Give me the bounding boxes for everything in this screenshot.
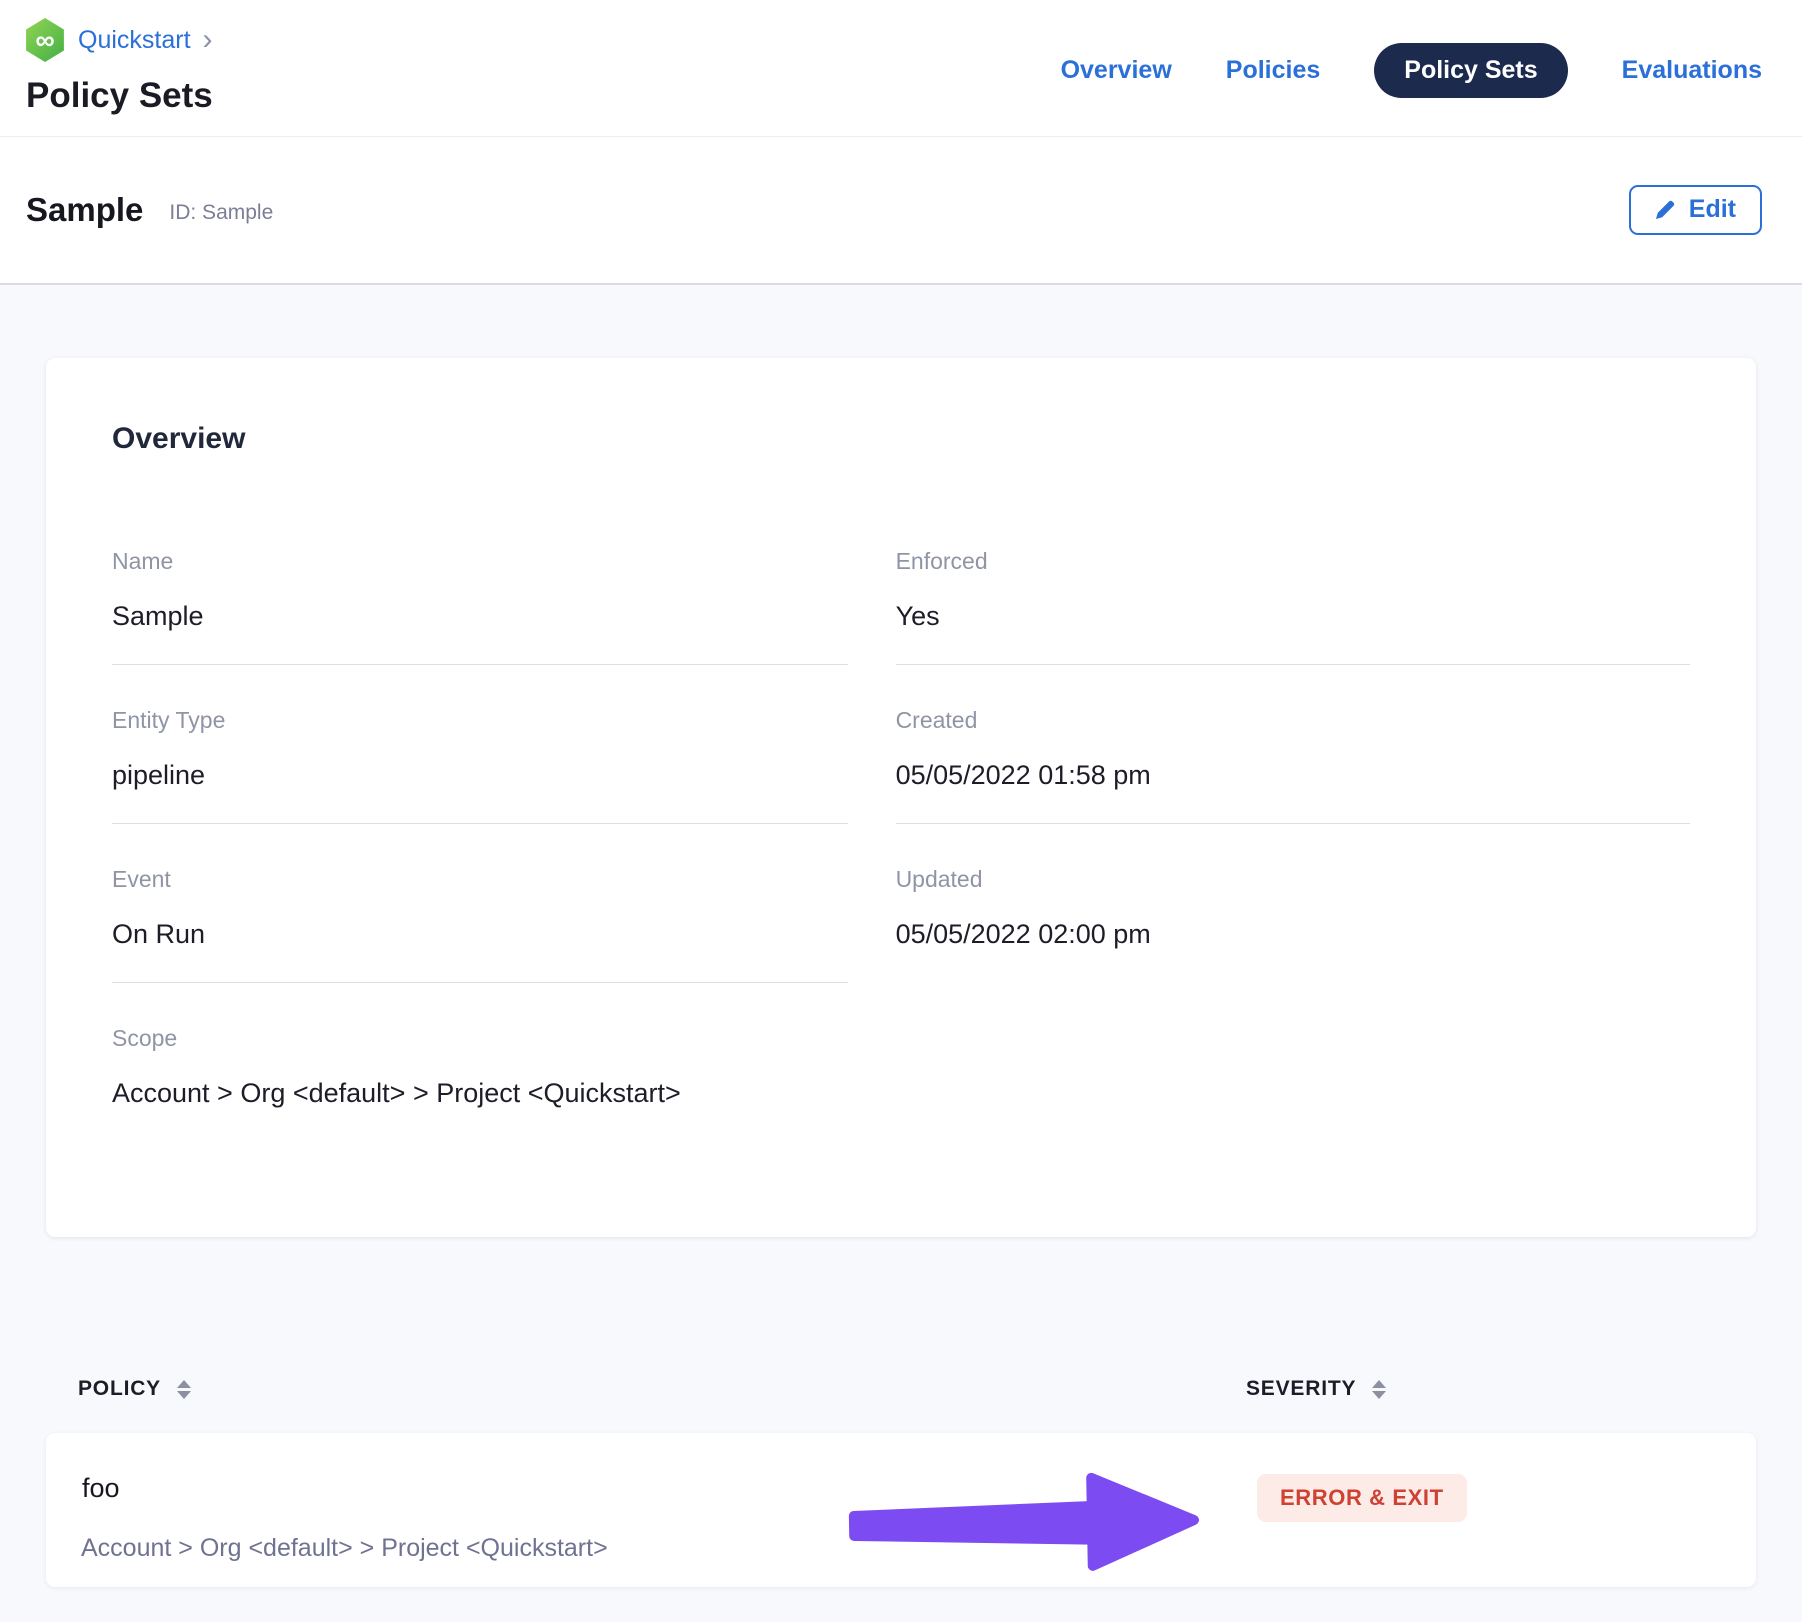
column-header-severity[interactable]: SEVERITY <box>1246 1377 1756 1401</box>
edit-button-label: Edit <box>1689 195 1736 224</box>
overview-card-title: Overview <box>112 422 1690 456</box>
column-header-severity-label: SEVERITY <box>1246 1377 1356 1401</box>
entity-subheader: Sample ID: Sample Edit <box>0 137 1802 285</box>
field-value: 05/05/2022 02:00 pm <box>896 919 1690 950</box>
field-event: Event On Run <box>112 866 848 983</box>
annotation-arrow-icon <box>845 1464 1203 1582</box>
field-label: Name <box>112 548 848 575</box>
page-title: Policy Sets <box>26 76 213 116</box>
field-value: 05/05/2022 01:58 pm <box>896 760 1690 791</box>
entity-title: Sample <box>26 191 143 229</box>
infinity-glyph: ∞ <box>35 25 54 56</box>
top-header: ∞ Quickstart › Policy Sets Overview Poli… <box>0 0 1802 137</box>
pencil-icon <box>1653 198 1677 222</box>
header-tabs: Overview Policies Policy Sets Evaluation… <box>1061 42 1762 98</box>
field-label: Event <box>112 866 848 893</box>
field-name: Name Sample <box>112 548 848 665</box>
tab-evaluations[interactable]: Evaluations <box>1622 56 1762 85</box>
breadcrumb-link-quickstart[interactable]: Quickstart <box>78 26 191 55</box>
field-label: Updated <box>896 866 1690 893</box>
header-left: ∞ Quickstart › Policy Sets <box>24 18 213 136</box>
tab-policy-sets[interactable]: Policy Sets <box>1374 43 1567 98</box>
field-value: On Run <box>112 919 848 950</box>
sort-icon <box>1372 1380 1386 1399</box>
edit-button[interactable]: Edit <box>1629 185 1762 235</box>
tab-overview[interactable]: Overview <box>1061 56 1172 85</box>
field-created: Created 05/05/2022 01:58 pm <box>896 707 1690 824</box>
overview-card: Overview Name Sample Enforced Yes Entity… <box>46 358 1756 1237</box>
main-content: Overview Name Sample Enforced Yes Entity… <box>0 358 1802 1587</box>
overview-fields: Name Sample Enforced Yes Entity Type pip… <box>112 548 1690 1141</box>
field-value: pipeline <box>112 760 848 791</box>
field-label: Entity Type <box>112 707 848 734</box>
field-label: Created <box>896 707 1690 734</box>
field-value: Account > Org <default> > Project <Quick… <box>112 1078 848 1109</box>
field-scope: Scope Account > Org <default> > Project … <box>112 1025 848 1141</box>
field-label: Scope <box>112 1025 848 1052</box>
policy-name: foo <box>82 1473 120 1504</box>
field-enforced: Enforced Yes <box>896 548 1690 665</box>
policy-table-row[interactable]: foo Account > Org <default> > Project <Q… <box>46 1433 1756 1587</box>
field-updated: Updated 05/05/2022 02:00 pm <box>896 866 1690 983</box>
chevron-right-icon: › <box>203 28 213 52</box>
sort-icon <box>177 1380 191 1399</box>
severity-badge: ERROR & EXIT <box>1257 1474 1467 1522</box>
policy-scope: Account > Org <default> > Project <Quick… <box>81 1534 608 1563</box>
field-entity-type: Entity Type pipeline <box>112 707 848 824</box>
field-label: Enforced <box>896 548 1690 575</box>
column-header-policy-label: POLICY <box>78 1377 161 1401</box>
field-value: Yes <box>896 601 1690 632</box>
field-value: Sample <box>112 601 848 632</box>
policy-table-header: POLICY SEVERITY <box>46 1377 1756 1401</box>
tab-policies[interactable]: Policies <box>1226 56 1321 85</box>
breadcrumb: ∞ Quickstart › <box>24 18 213 62</box>
column-header-policy[interactable]: POLICY <box>78 1377 1246 1401</box>
entity-id: ID: Sample <box>169 201 273 225</box>
project-logo-icon: ∞ <box>24 18 66 62</box>
